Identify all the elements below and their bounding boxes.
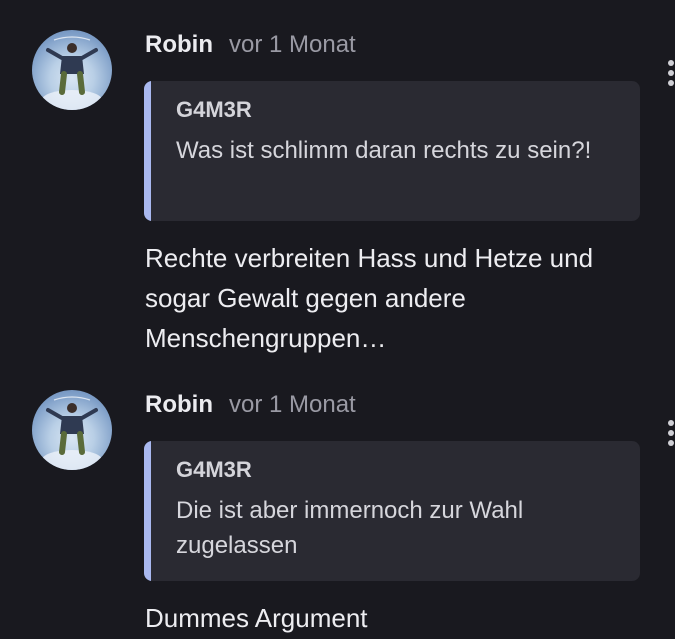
avatar-person-icon: [42, 396, 102, 470]
quote-author: G4M3R: [176, 97, 252, 122]
quoted-comment: G4M3R Was ist schlimm daran rechts zu se…: [144, 81, 640, 221]
comment: Robin vor 1 Monat G4M3R Die ist aber imm…: [0, 360, 675, 639]
quote-accent-bar: [144, 81, 151, 221]
more-vertical-icon[interactable]: [663, 56, 675, 90]
comment-header: Robin vor 1 Monat: [145, 391, 356, 421]
comment-header: Robin vor 1 Monat: [145, 31, 356, 61]
quote-author: G4M3R: [176, 457, 252, 482]
quote-text: Was ist schlimm daran rechts zu sein?!: [176, 137, 592, 164]
author-name[interactable]: Robin: [145, 31, 213, 59]
avatar[interactable]: [32, 30, 112, 110]
comment-feed: Robin vor 1 Monat G4M3R Was ist schlimm …: [0, 0, 675, 639]
quoted-comment: G4M3R Die ist aber immernoch zur Wahl zu…: [144, 441, 640, 581]
comment: Robin vor 1 Monat G4M3R Was ist schlimm …: [0, 0, 675, 360]
comment-text: Rechte verbreiten Hass und Hetze und sog…: [145, 243, 594, 353]
author-name[interactable]: Robin: [145, 391, 213, 419]
avatar-person-icon: [42, 36, 102, 110]
more-vertical-icon[interactable]: [663, 416, 675, 450]
quote-text: Die ist aber immernoch zur Wahl zugelass…: [176, 497, 524, 559]
avatar[interactable]: [32, 390, 112, 470]
comment-time: vor 1 Monat: [228, 391, 356, 418]
comment-text: Dummes Argument: [145, 603, 368, 633]
comment-time: vor 1 Monat: [228, 31, 356, 58]
quote-accent-bar: [144, 441, 151, 581]
